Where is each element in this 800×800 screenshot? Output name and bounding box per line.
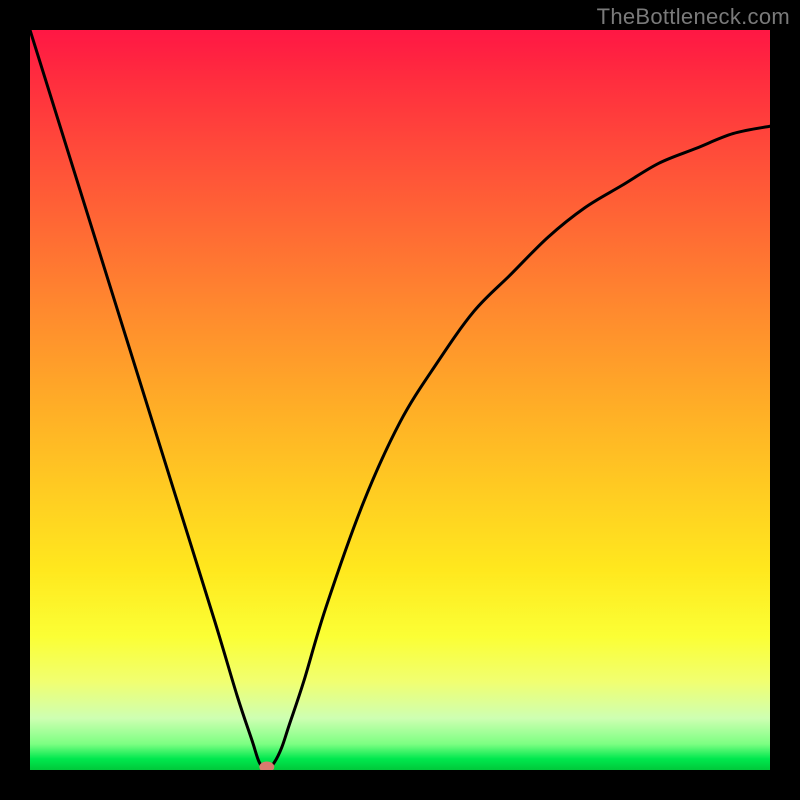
- curve-svg: [30, 30, 770, 770]
- chart-frame: TheBottleneck.com: [0, 0, 800, 800]
- bottleneck-curve-line: [30, 30, 770, 770]
- min-marker-icon: [260, 762, 274, 770]
- watermark-text: TheBottleneck.com: [597, 4, 790, 30]
- plot-area: [30, 30, 770, 770]
